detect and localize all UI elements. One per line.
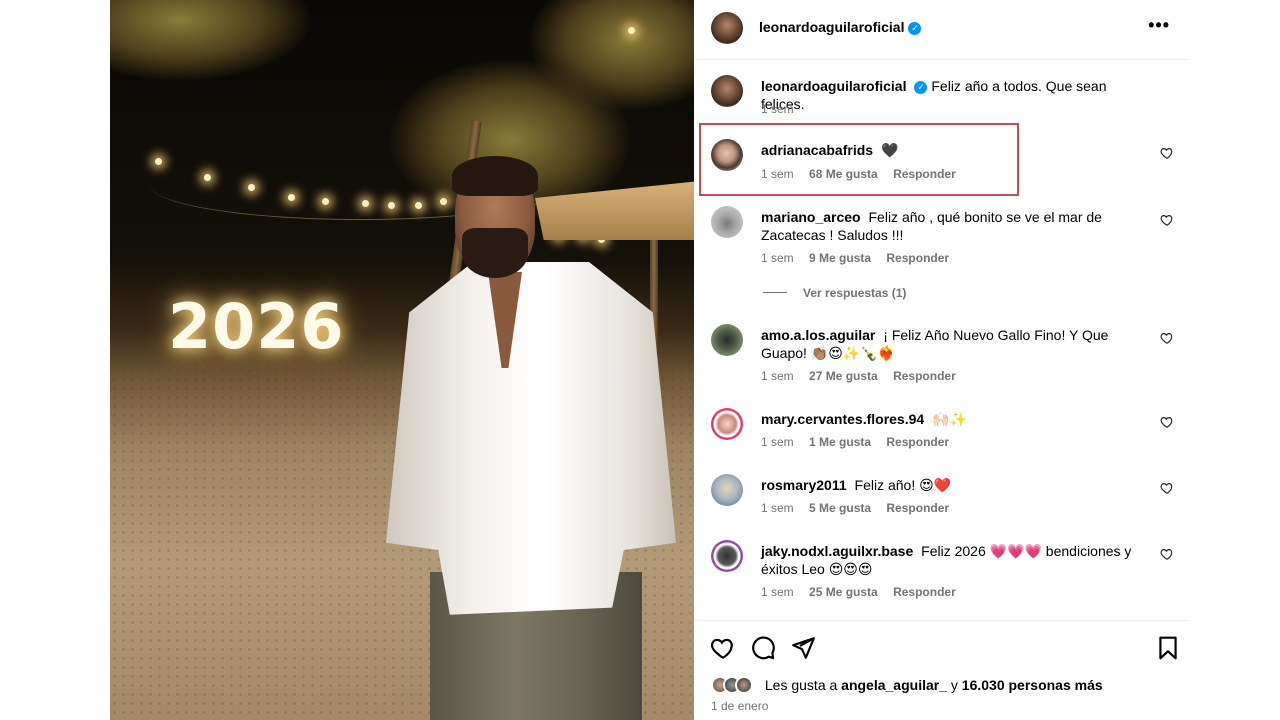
liker-avatar [735, 676, 753, 695]
view-replies-label: Ver respuestas (1) [803, 286, 907, 300]
comment-username[interactable]: rosmary2011 [761, 477, 847, 493]
comment-item: adrianacabafrids 🖤 1 sem 68 Me gusta Res… [694, 139, 1188, 189]
comment-avatar[interactable] [711, 324, 743, 356]
comment-text-block: mary.cervantes.flores.94 🙌🏻✨ [761, 410, 1147, 428]
comment-username[interactable]: amo.a.los.aguilar [761, 327, 875, 343]
man-beard [462, 228, 528, 278]
comment-meta: 1 sem 1 Me gusta Responder [761, 435, 961, 449]
likes-middle: y [950, 677, 958, 694]
reply-button[interactable]: Responder [893, 369, 956, 383]
comment-username[interactable]: jaky.nodxl.aguilxr.base [761, 543, 913, 559]
post-photo: 2026 [110, 0, 694, 720]
caption-username[interactable]: leonardoaguilaroficial [761, 78, 906, 94]
author-header: leonardoaguilaroficial ✓ [759, 19, 922, 37]
comment-item: jaky.nodxl.aguilxr.base Feliz 2026 💗💗💗 b… [694, 540, 1188, 600]
comment-meta: 1 sem 25 Me gusta Responder [761, 585, 968, 599]
caption-avatar[interactable] [711, 75, 743, 107]
comment-item: amo.a.los.aguilar ¡ Feliz Año Nuevo Gall… [694, 324, 1188, 384]
likes-text: Les gusta a angela_aguilar_ y 16.030 per… [765, 677, 1103, 693]
reply-button[interactable]: Responder [893, 585, 956, 599]
post-side-panel: leonardoaguilaroficial ✓ ••• leonardoagui… [694, 0, 1188, 720]
reply-button[interactable]: Responder [893, 167, 956, 181]
view-replies-button[interactable]: Ver respuestas (1) [763, 286, 906, 300]
comment-text: Feliz año! 😍❤️ [854, 477, 952, 493]
comment-likes[interactable]: 68 Me gusta [809, 167, 878, 181]
palm-foliage [110, 0, 310, 80]
comment-likes[interactable]: 27 Me gusta [809, 369, 878, 383]
comment-text-block: jaky.nodxl.aguilxr.base Feliz 2026 💗💗💗 b… [761, 542, 1147, 578]
comment-like-heart-icon[interactable] [1160, 415, 1174, 429]
comment-like-heart-icon[interactable] [1160, 213, 1174, 227]
likes-prefix: Les gusta a [764, 677, 838, 694]
reply-button[interactable]: Responder [886, 251, 949, 265]
post-actions-bar: Les gusta a angela_aguilar_ y 16.030 per… [694, 620, 1188, 720]
comment-icon[interactable] [750, 635, 776, 661]
comment-meta: 1 sem 68 Me gusta Responder [761, 167, 968, 181]
reply-button[interactable]: Responder [886, 435, 949, 449]
verified-badge-icon: ✓ [914, 81, 928, 94]
comment-item: mary.cervantes.flores.94 🙌🏻✨ 1 sem 1 Me … [694, 408, 1188, 453]
comment-like-heart-icon[interactable] [1160, 146, 1174, 160]
author-avatar[interactable] [711, 12, 743, 44]
verified-badge-icon: ✓ [908, 22, 922, 35]
comment-meta: 1 sem 5 Me gusta Responder [761, 501, 961, 515]
comment-time: 1 sem [761, 501, 794, 515]
liker-username[interactable]: angela_aguilar_ [841, 677, 947, 693]
comment-meta: 1 sem 9 Me gusta Responder [761, 251, 961, 265]
likes-count[interactable]: 16.030 personas más [962, 677, 1103, 693]
man-hair [452, 156, 538, 196]
comment-like-heart-icon[interactable] [1160, 481, 1174, 495]
comment-time: 1 sem [761, 167, 794, 181]
post-date: 1 de enero [711, 699, 769, 713]
share-icon[interactable] [790, 635, 816, 661]
comment-time: 1 sem [761, 369, 794, 383]
comment-avatar[interactable] [711, 474, 743, 506]
likes-summary[interactable]: Les gusta a angela_aguilar_ y 16.030 per… [711, 676, 1103, 695]
bookmark-icon[interactable] [1155, 635, 1181, 661]
comment-likes[interactable]: 9 Me gusta [809, 251, 871, 265]
illuminated-2026-sign: 2026 [168, 290, 345, 363]
author-username[interactable]: leonardoaguilaroficial [759, 19, 904, 35]
comment-item: rosmary2011 Feliz año! 😍❤️ 1 sem 5 Me gu… [694, 474, 1188, 519]
header-divider [694, 59, 1188, 60]
caption-meta: 1 sem [761, 102, 806, 116]
comment-username[interactable]: mary.cervantes.flores.94 [761, 411, 924, 427]
comment-meta: 1 sem 27 Me gusta Responder [761, 369, 968, 383]
comment-time: 1 sem [761, 585, 794, 599]
comment-like-heart-icon[interactable] [1160, 547, 1174, 561]
comment-avatar[interactable] [711, 206, 743, 238]
comment-text: 🖤 [880, 142, 899, 158]
more-options-icon[interactable]: ••• [1148, 15, 1170, 36]
comment-avatar[interactable] [711, 540, 743, 572]
comment-text-block: rosmary2011 Feliz año! 😍❤️ [761, 476, 1147, 494]
comment-username[interactable]: adrianacabafrids [761, 142, 873, 158]
replies-line [763, 292, 787, 293]
comment-avatar[interactable] [711, 408, 743, 440]
comment-time: 1 sem [761, 251, 794, 265]
caption-time: 1 sem [761, 102, 794, 116]
comment-username[interactable]: mariano_arceo [761, 209, 861, 225]
comment-text: 🙌🏻✨ [932, 411, 967, 427]
comment-text-block: adrianacabafrids 🖤 [761, 141, 1147, 159]
comment-likes[interactable]: 5 Me gusta [809, 501, 871, 515]
reply-button[interactable]: Responder [886, 501, 949, 515]
comment-time: 1 sem [761, 435, 794, 449]
comment-item: mariano_arceo Feliz año , qué bonito se … [694, 206, 1188, 266]
comment-avatar[interactable] [711, 139, 743, 171]
comment-text-block: mariano_arceo Feliz año , qué bonito se … [761, 208, 1147, 244]
comment-likes[interactable]: 25 Me gusta [809, 585, 878, 599]
like-heart-icon[interactable] [710, 635, 736, 661]
caption-text-block: leonardoaguilaroficial ✓ Feliz año a todo… [761, 77, 1147, 113]
comment-likes[interactable]: 1 Me gusta [809, 435, 871, 449]
comment-like-heart-icon[interactable] [1160, 331, 1174, 345]
comment-text-block: amo.a.los.aguilar ¡ Feliz Año Nuevo Gall… [761, 326, 1147, 362]
